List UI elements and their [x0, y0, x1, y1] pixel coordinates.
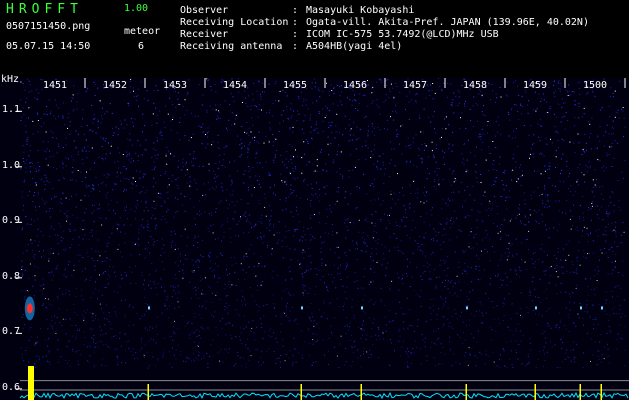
- echo-marker-0: [28, 366, 34, 400]
- echo-marker-5: [534, 384, 536, 400]
- station-info: Observer: Masayuki Kobayashi Receiving Lo…: [180, 5, 589, 53]
- spectrogram: [16, 78, 629, 400]
- echo-dot-3: [466, 306, 468, 310]
- header: HROFFT 1.00 0507151450.png 05.07.15 14:5…: [0, 0, 629, 78]
- x-tick-label: 1500: [583, 80, 608, 91]
- y-axis-label: kHz: [1, 74, 20, 85]
- echo-dot-6: [601, 306, 603, 310]
- echo-dot-4: [535, 306, 537, 310]
- x-tick-label: 1455: [283, 80, 308, 91]
- station-row-location: Receiving Location: Ogata-vill. Akita-Pre…: [180, 17, 589, 28]
- echo-marker-2: [300, 384, 302, 400]
- file-datetime: 05.07.15 14:50: [6, 41, 91, 52]
- y-tick-label: 0.8: [2, 270, 21, 282]
- meteor-count: 6: [138, 41, 145, 52]
- noise-field: [20, 78, 626, 369]
- echo-dot-2: [361, 306, 363, 310]
- echo-marker-7: [600, 384, 602, 400]
- y-tick-label: 0.9: [2, 215, 21, 227]
- y-tick-label: 0.6: [2, 381, 21, 393]
- station-row-antenna: Receiving antenna: A504HB(yagi 4el): [180, 41, 403, 52]
- y-tick-label: 0.7: [2, 326, 21, 338]
- x-tick-label: 1451: [43, 80, 68, 91]
- x-tick-label: 1458: [463, 80, 488, 91]
- echo-marker-6: [579, 384, 581, 400]
- station-row-receiver: Receiver: ICOM IC-575 53.7492(@LCD)MHz US…: [180, 29, 499, 40]
- x-tick-label: 1459: [523, 80, 548, 91]
- meteor-label: meteor: [124, 26, 161, 37]
- station-row-observer: Observer: Masayuki Kobayashi: [180, 5, 415, 16]
- x-tick-label: 1454: [223, 80, 248, 91]
- app-name: HROFFT: [6, 2, 83, 17]
- app-version: 1.00: [124, 3, 149, 14]
- x-tick-label: 1457: [403, 80, 428, 91]
- baseline-trace: [19, 391, 629, 400]
- echo-dot-1: [301, 306, 303, 310]
- echo-marker-3: [360, 384, 362, 400]
- y-tick-label: 1.0: [2, 159, 21, 171]
- x-tick-label: 1456: [343, 80, 368, 91]
- echo-dot-0: [148, 306, 150, 310]
- meteor-echo-core: [26, 303, 33, 314]
- echo-marker-1: [147, 384, 149, 400]
- echo-dot-5: [580, 306, 582, 310]
- echo-marker-4: [465, 384, 467, 400]
- y-tick-label: 1.1: [2, 104, 21, 116]
- x-tick-label: 1452: [103, 80, 128, 91]
- file-name: 0507151450.png: [6, 21, 91, 32]
- x-tick-label: 1453: [163, 80, 188, 91]
